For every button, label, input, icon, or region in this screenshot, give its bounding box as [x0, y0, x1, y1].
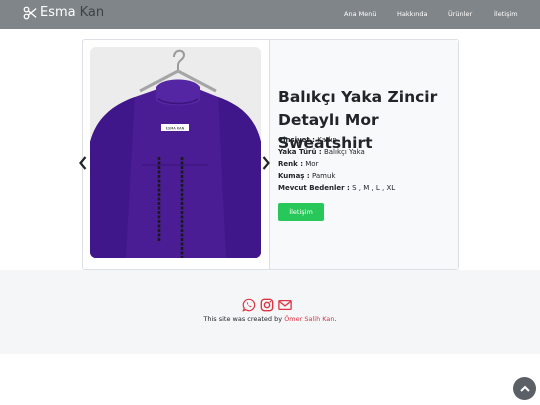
footer-credit: This site was created by Ömer Salih Kan.: [0, 315, 540, 323]
instagram-icon[interactable]: [260, 298, 274, 312]
spec-value: Pamuk: [311, 172, 336, 180]
spec-label: Cinsiyet :: [278, 136, 315, 144]
spec-collar: Yaka Türü : Balıkçı Yaka: [278, 148, 365, 156]
spec-sizes: Mevcut Bedenler : S , M , L , XL: [278, 184, 395, 192]
credit-suffix: .: [334, 315, 337, 323]
back-to-top-button[interactable]: [513, 377, 536, 400]
footer: [0, 270, 540, 354]
spec-value: Balıkçı Yaka: [323, 148, 365, 156]
nav-link-products[interactable]: Ürünler: [448, 10, 472, 18]
product-title: Balıkçı Yaka Zincir Detaylı Mor Sweatshi…: [278, 88, 438, 152]
spec-value: S , M , L , XL: [352, 184, 396, 192]
credit-prefix: This site was created by: [203, 315, 283, 323]
nav-link-home[interactable]: Ana Menü: [344, 10, 376, 18]
spec-gender: Cinsiyet : Kadın: [278, 136, 337, 144]
spec-fabric: Kumaş : Pamuk: [278, 172, 335, 180]
svg-text:ESMA KAN: ESMA KAN: [166, 127, 185, 131]
contact-button[interactable]: İletişim: [278, 203, 324, 221]
spec-value: Kadın: [317, 136, 337, 144]
spec-label: Yaka Türü :: [278, 148, 322, 156]
nav-link-contact[interactable]: İletişim: [494, 10, 518, 18]
whatsapp-icon[interactable]: [242, 298, 256, 312]
envelope-icon[interactable]: [278, 298, 292, 312]
navbar: Esma Kan Ana Menü Hakkında Ürünler İleti…: [0, 0, 540, 29]
product-image: ESMA KAN: [90, 47, 261, 258]
spec-value: Mor: [305, 160, 319, 168]
nav-link-about[interactable]: Hakkında: [397, 10, 427, 18]
chevron-right-icon[interactable]: [261, 155, 271, 171]
spec-label: Renk :: [278, 160, 304, 168]
spec-color: Renk : Mor: [278, 160, 318, 168]
spec-label: Mevcut Bedenler :: [278, 184, 350, 192]
brand-name: Esma: [40, 5, 76, 20]
brand-logo[interactable]: Esma Kan: [23, 5, 104, 20]
chevron-left-icon[interactable]: [78, 155, 88, 171]
credit-author-link[interactable]: Ömer Salih Kan: [284, 315, 334, 323]
scissors-icon: [23, 6, 37, 19]
brand-surname: Kan: [79, 5, 105, 20]
chevron-up-icon: [519, 385, 530, 392]
spec-label: Kumaş :: [278, 172, 310, 180]
